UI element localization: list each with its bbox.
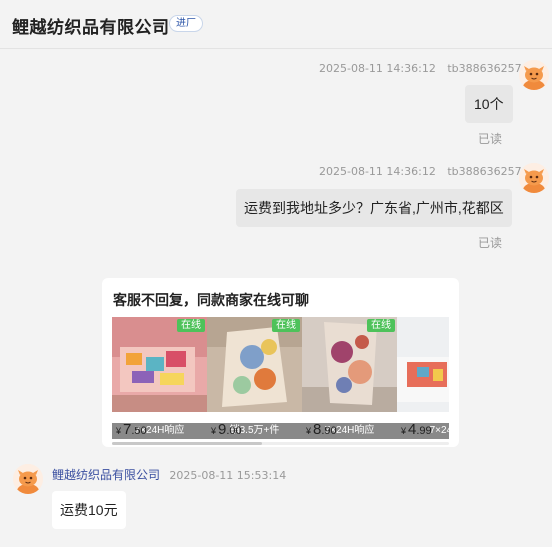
cartoon-avatar-icon [13,464,43,494]
shop-avatar[interactable] [13,464,43,494]
message-time: 2025-08-11 14:36:12 [319,62,436,75]
message-bubble[interactable]: 10个 [465,85,513,123]
read-status: 已读 [478,236,503,250]
chat-header: 鲤越纺织品有限公司 进厂 [0,0,552,49]
product-carousel[interactable]: 在线 7×24H响应 ¥7.50 在线 销3.5万+件 ¥9.00 在线 7×2… [112,317,449,439]
product-price: ¥7.50 [116,421,147,438]
online-badge: 在线 [177,319,205,332]
message-bubble[interactable]: 运费10元 [52,491,126,529]
message-time: 2025-08-11 14:36:12 [319,165,436,178]
currency-symbol: ¥ [116,426,122,436]
online-badge: 在线 [272,319,300,332]
user-avatar[interactable] [519,60,549,90]
product-price: ¥9.00 [211,421,242,438]
product-card[interactable]: 7×24H ¥4.99 [397,317,449,439]
shop-title[interactable]: 鲤越纺织品有限公司 [12,13,170,38]
recommendation-card: 客服不回复，同款商家在线可聊 在线 7×24H响应 ¥7.50 在线 销3.5万… [102,278,459,447]
price-decimal: .50 [131,425,147,437]
carousel-scrollbar[interactable] [112,442,449,445]
product-card[interactable]: 在线 7×24H响应 ¥7.50 [112,317,207,439]
message-time: 2025-08-11 15:53:14 [169,469,287,482]
currency-symbol: ¥ [211,426,217,436]
product-image-placeholder [397,317,449,412]
product-image[interactable] [397,317,449,412]
online-badge: 在线 [367,319,395,332]
user-avatar[interactable] [519,163,549,193]
recommendation-title: 客服不回复，同款商家在线可聊 [113,292,309,308]
product-card[interactable]: 在线 7×24H响应 ¥8.90 [302,317,397,439]
price-decimal: .90 [321,425,337,437]
price-decimal: .99 [416,425,432,437]
product-price: ¥4.99 [401,421,432,438]
cartoon-avatar-icon [519,163,549,193]
product-price: ¥8.90 [306,421,337,438]
cartoon-avatar-icon [519,60,549,90]
sender-shop-name[interactable]: 鲤越纺织品有限公司 [52,468,160,482]
enter-factory-button[interactable]: 进厂 [169,15,203,32]
read-status: 已读 [478,132,503,146]
message-meta: 2025-08-11 14:36:12 tb388636257058 [319,165,543,178]
message-bubble[interactable]: 运费到我地址多少？广东省,广州市,花都区 [236,189,512,227]
sender-name[interactable]: 鲤越纺织品有限公司 2025-08-11 15:53:14 [52,466,286,483]
carousel-scroll-thumb[interactable] [112,442,262,445]
currency-symbol: ¥ [401,426,407,436]
price-decimal: .00 [226,425,242,437]
product-card[interactable]: 在线 销3.5万+件 ¥9.00 [207,317,302,439]
message-meta: 2025-08-11 14:36:12 tb388636257058 [319,62,543,75]
currency-symbol: ¥ [306,426,312,436]
